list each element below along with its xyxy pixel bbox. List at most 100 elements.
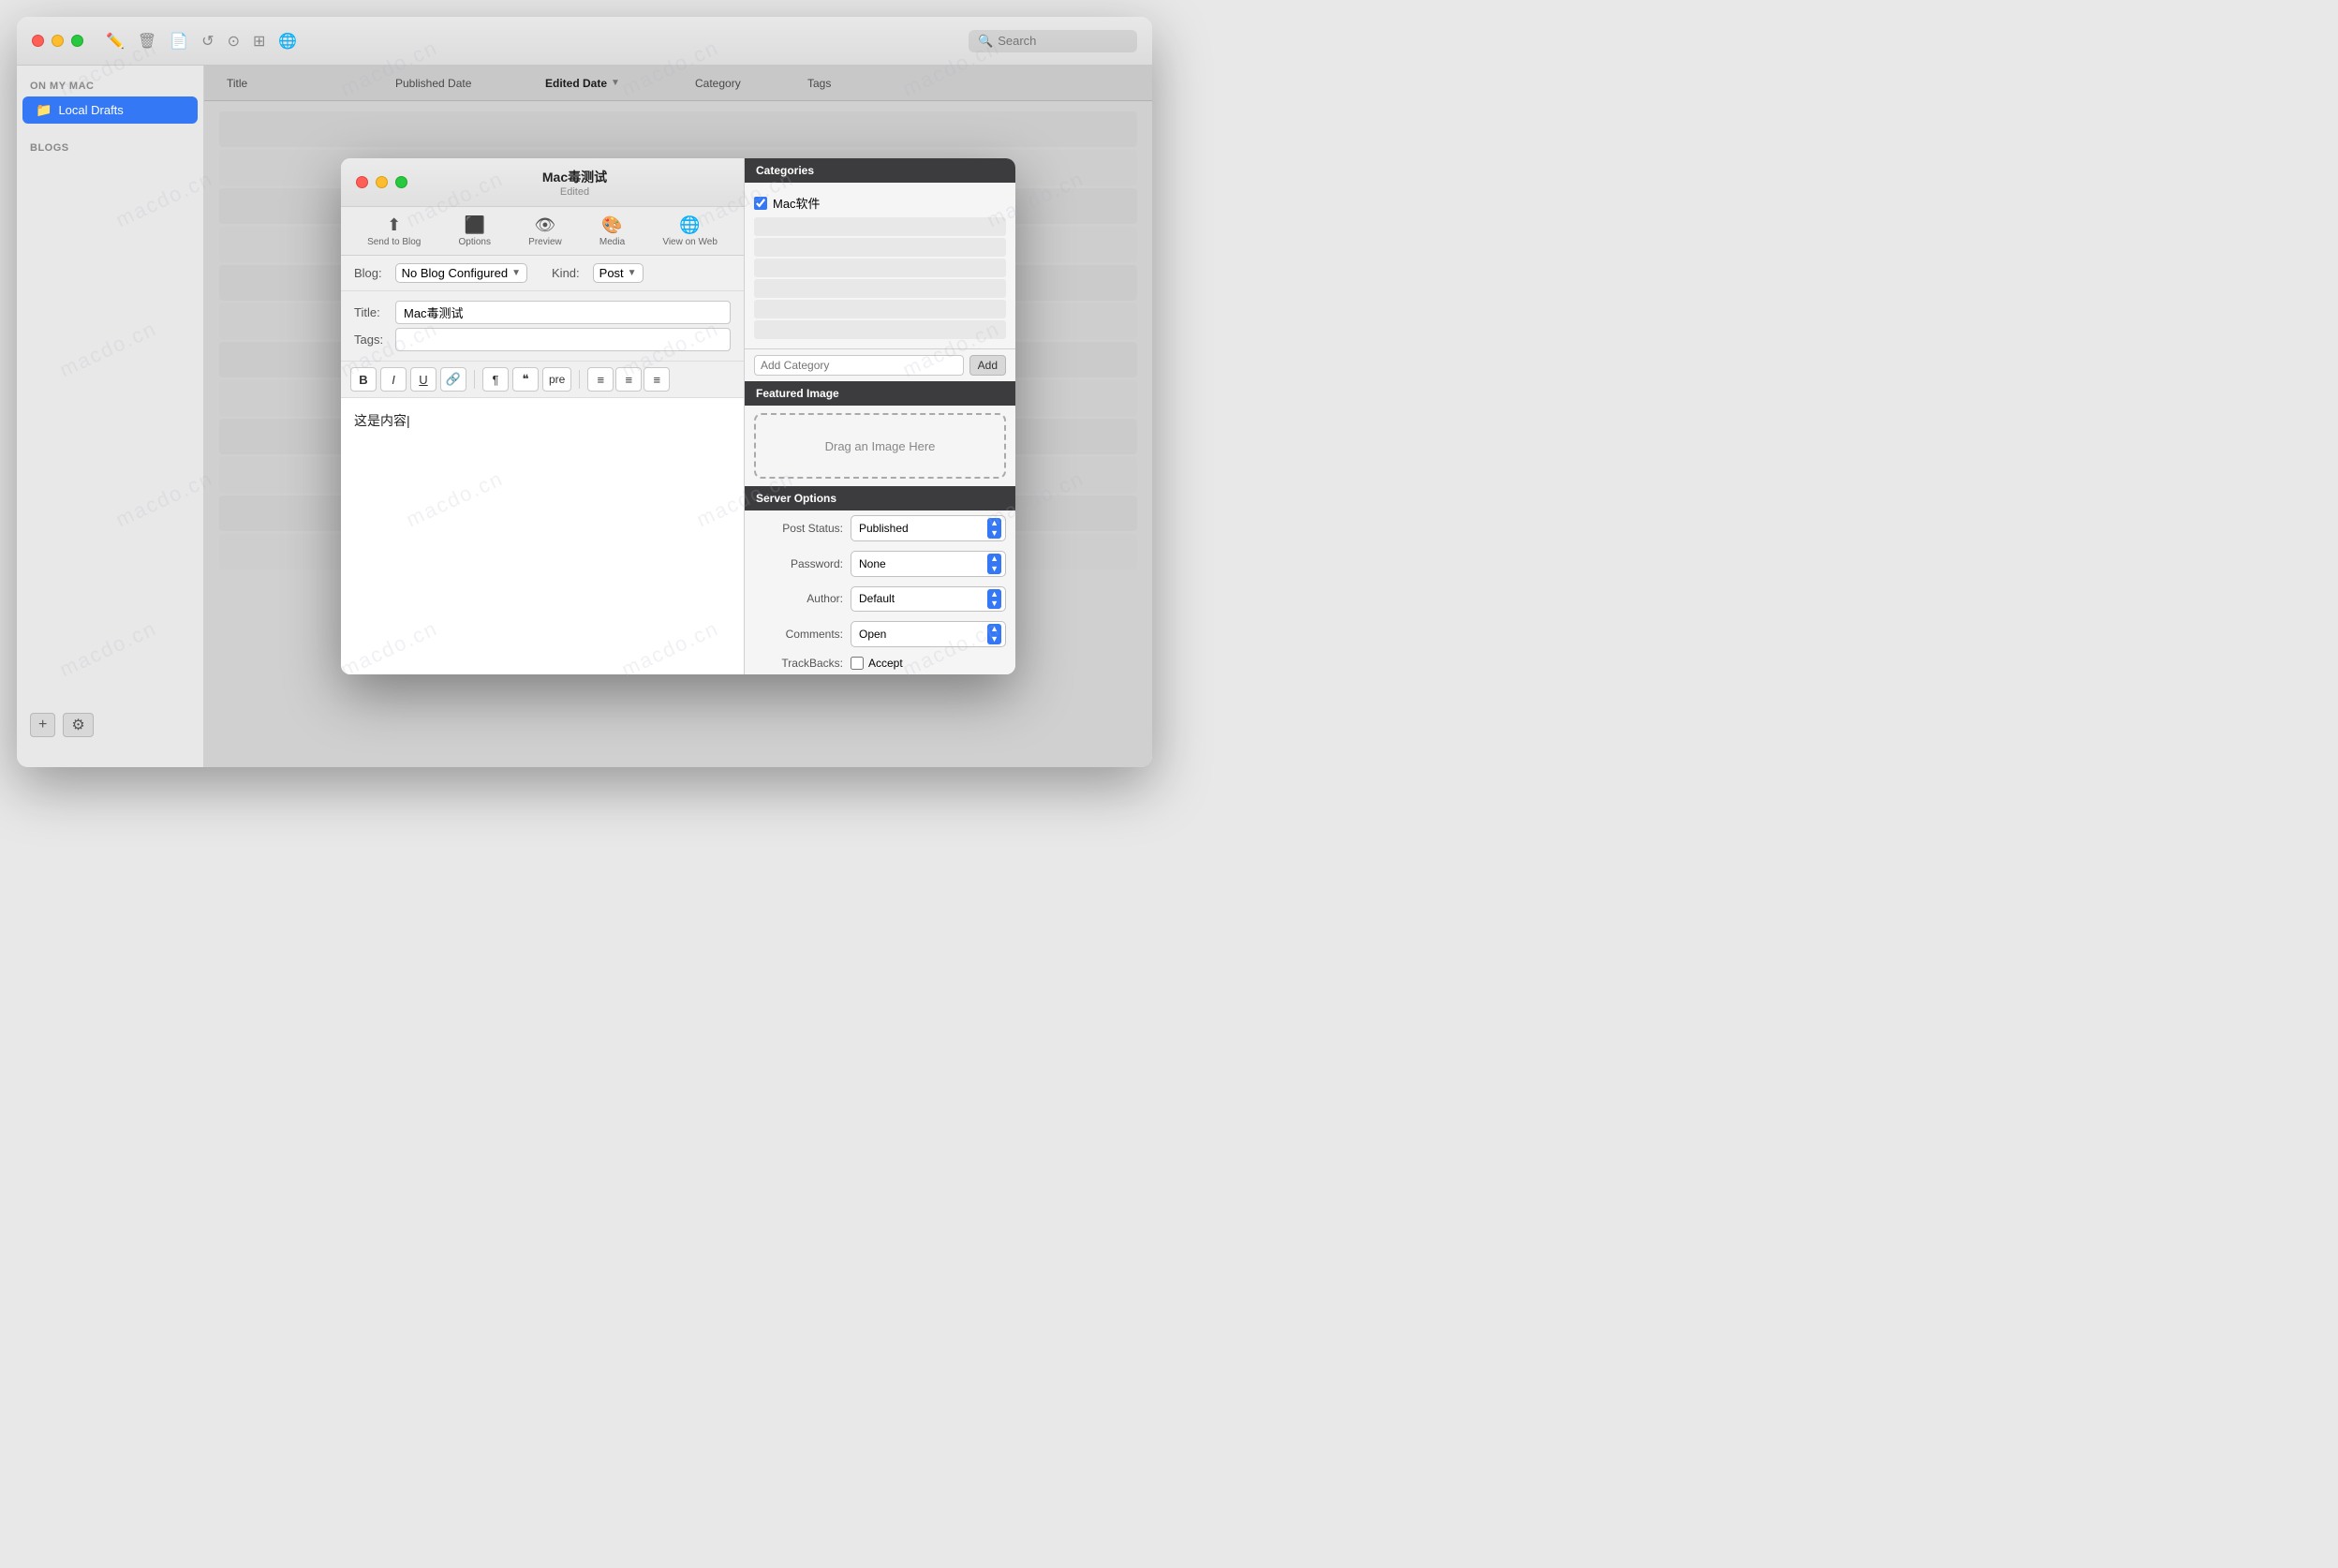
tags-field-input[interactable] — [395, 328, 731, 351]
trackbacks-value: Accept — [868, 657, 903, 670]
editor-body[interactable]: 这是内容 — [341, 398, 744, 673]
blog-dropdown-arrow: ▼ — [511, 268, 521, 278]
format-toolbar: B I U 🔗 ¶ ❝ pre ≡ ≡ ≡ — [341, 362, 744, 398]
view-on-web-label: View on Web — [662, 237, 718, 247]
category-spacer — [754, 300, 1006, 318]
doc-name: Mac毒测试 — [421, 168, 729, 186]
traffic-lights — [32, 35, 83, 47]
sidebar-item-local-drafts[interactable]: 📁 Local Drafts — [22, 96, 198, 124]
password-select[interactable]: None ▲▼ — [851, 551, 1006, 577]
maximize-button[interactable] — [71, 35, 83, 47]
title-field-label: Title: — [354, 305, 395, 319]
sidebar-blogs-title: Blogs — [17, 139, 203, 157]
author-arrows: ▲▼ — [987, 589, 1001, 610]
blockquote-button[interactable]: ❝ — [512, 367, 539, 392]
author-select[interactable]: Default ▲▼ — [851, 586, 1006, 613]
media-icon: 🎨 — [601, 215, 622, 235]
trackbacks-row: TrackBacks: Accept — [745, 652, 1015, 674]
category-label: Mac软件 — [773, 194, 821, 212]
title-field-input[interactable] — [395, 301, 731, 324]
send-to-blog-button[interactable]: ⬆ Send to Blog — [358, 212, 430, 251]
sidebar-bottom-buttons: + ⚙ — [17, 705, 204, 745]
align-group: ≡ ≡ ≡ — [587, 367, 670, 392]
search-input[interactable] — [998, 34, 1128, 48]
kind-value: Post — [599, 266, 624, 280]
post-status-row: Post Status: Published ▲▼ — [745, 510, 1015, 546]
category-item[interactable]: Mac软件 — [754, 190, 1006, 215]
view-on-web-button[interactable]: 🌐 View on Web — [653, 212, 727, 251]
editor-maximize-button[interactable] — [395, 176, 407, 188]
italic-button[interactable]: I — [380, 367, 407, 392]
world-icon[interactable]: 🌐 — [278, 32, 297, 51]
paragraph-button[interactable]: ¶ — [482, 367, 509, 392]
trackbacks-checkbox[interactable] — [851, 657, 864, 670]
category-spacer — [754, 217, 1006, 236]
category-spacer — [754, 259, 1006, 277]
featured-image-label: Drag an Image Here — [825, 439, 936, 453]
preview-button[interactable]: 👁 Preview — [519, 212, 571, 251]
trash-icon[interactable]: 🗑 — [138, 32, 156, 51]
new-doc-icon[interactable]: ✏️ — [106, 32, 125, 51]
modal-overlay: Mac毒测试 Edited ⬆ Send to Blog ⬛ — [204, 66, 1152, 767]
align-left-button[interactable]: ≡ — [587, 367, 614, 392]
underline-button[interactable]: U — [410, 367, 437, 392]
tags-field-row: Tags: — [354, 328, 731, 351]
editor-minimize-button[interactable] — [376, 176, 388, 188]
add-category-input[interactable] — [754, 355, 964, 376]
blog-select[interactable]: No Blog Configured ▼ — [395, 263, 527, 283]
settings-button[interactable]: ⚙ — [63, 713, 93, 737]
comments-select[interactable]: Open ▲▼ — [851, 621, 1006, 647]
add-blog-button[interactable]: + — [30, 713, 55, 737]
options-label: Options — [459, 237, 491, 247]
refresh-icon[interactable]: ↺ — [201, 32, 214, 51]
add-category-button[interactable]: Add — [969, 355, 1006, 376]
password-value: None — [859, 557, 985, 570]
password-label: Password: — [754, 557, 843, 570]
title-bar: ✏️ 🗑 📄 ↺ ⊙ ⊞ 🌐 🔍 — [17, 17, 1152, 66]
doc-sub: Edited — [421, 186, 729, 198]
kind-select[interactable]: Post ▼ — [593, 263, 644, 283]
comments-value: Open — [859, 628, 985, 641]
sidebar: On My Mac 📁 Local Drafts Blogs + ⚙ — [17, 66, 204, 767]
password-row: Password: None ▲▼ — [745, 546, 1015, 582]
comments-label: Comments: — [754, 628, 843, 641]
doc-icon[interactable]: 📄 — [170, 32, 188, 51]
category-spacer — [754, 238, 1006, 257]
author-label: Author: — [754, 592, 843, 605]
category-spacer — [754, 320, 1006, 339]
editor-doc-title: Mac毒测试 Edited — [421, 168, 729, 198]
editor-main: Mac毒测试 Edited ⬆ Send to Blog ⬛ — [341, 158, 744, 673]
media-label: Media — [599, 237, 625, 247]
post-status-arrows: ▲▼ — [987, 518, 1001, 539]
options-button[interactable]: ⬛ Options — [450, 212, 500, 251]
add-category-row: Add — [745, 348, 1015, 381]
close-button[interactable] — [32, 35, 44, 47]
layout-icon[interactable]: ⊞ — [253, 32, 265, 51]
category-checkbox[interactable] — [754, 197, 767, 210]
editor-meta-row: Blog: No Blog Configured ▼ Kind: Post ▼ — [341, 256, 744, 291]
bold-button[interactable]: B — [350, 367, 377, 392]
trackbacks-label: TrackBacks: — [754, 657, 843, 670]
categories-header: Categories — [745, 158, 1015, 183]
sidebar-section-on-mac: On My Mac — [17, 77, 203, 96]
globe-icon[interactable]: ⊙ — [228, 32, 240, 51]
editor-close-button[interactable] — [356, 176, 368, 188]
author-value: Default — [859, 592, 985, 605]
minimize-button[interactable] — [52, 35, 64, 47]
kind-dropdown-arrow: ▼ — [628, 268, 637, 278]
server-options-header: Server Options — [745, 486, 1015, 510]
preformat-button[interactable]: pre — [542, 367, 571, 392]
blog-value: No Blog Configured — [402, 266, 508, 280]
align-center-button[interactable]: ≡ — [615, 367, 642, 392]
featured-image-dropzone[interactable]: Drag an Image Here — [754, 413, 1006, 479]
blog-label: Blog: — [354, 266, 382, 280]
preview-icon: 👁 — [535, 215, 556, 235]
featured-image-header: Featured Image — [745, 381, 1015, 406]
format-separator — [474, 370, 475, 389]
search-bar[interactable]: 🔍 — [969, 30, 1137, 52]
media-button[interactable]: 🎨 Media — [590, 212, 634, 251]
align-right-button[interactable]: ≡ — [644, 367, 670, 392]
link-button[interactable]: 🔗 — [440, 367, 466, 392]
post-status-select[interactable]: Published ▲▼ — [851, 515, 1006, 541]
editor-fields: Title: Tags: — [341, 291, 744, 362]
